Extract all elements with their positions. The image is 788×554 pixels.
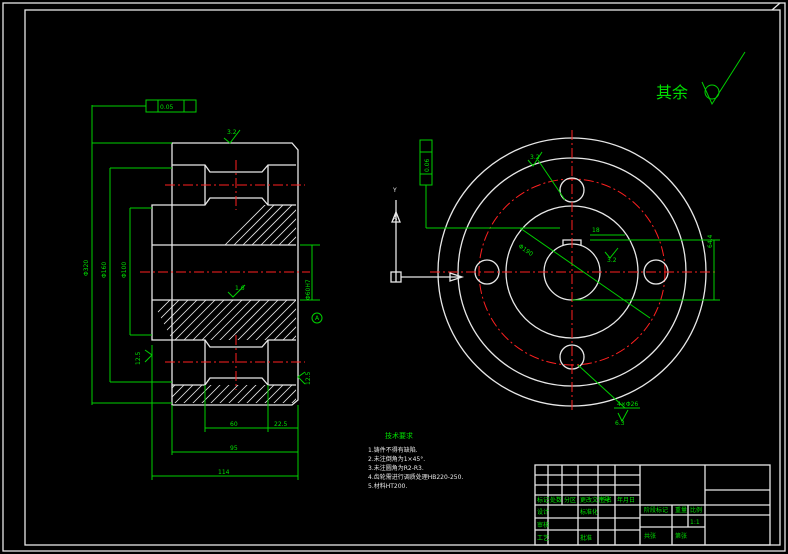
cad-drawing: Φ320 Φ160 Φ100 Φ60H7 A 0.05 60 22.5 95 1… [2,2,786,552]
hatch-line [152,143,296,403]
tb-cell-12: 重量 [675,506,687,514]
tech-title: 技术要求 [385,431,413,440]
rough-left-value: 12.5 [135,351,142,365]
hatch-line [348,140,618,410]
roughness-note-symbol [701,51,746,106]
corner-mark [771,2,781,11]
tb-cell-7: 标准化 [580,508,598,516]
roughness-note-circle [704,84,720,100]
hatch-line [203,143,296,403]
hatch-line [366,140,636,410]
front-view: Φ190 4×Φ26 6.3 18 3.2 64.4 3.2 0.06 [419,130,720,427]
hatch-line [152,143,296,403]
tb-cell-16: 1:1 [690,519,700,526]
tb-cell-1: 处数 [550,496,562,504]
hatch-line [230,143,296,403]
dim-key-depth: 64.4 [707,234,714,248]
rough-right-symbol [297,371,306,385]
dim-phi-outer: Φ320 [83,260,90,276]
roughness-note-text: 其余 [656,83,688,102]
tb-cell-4: 签名 [600,496,612,504]
title-block: 标记 处数 分区 更改文件号 签名 年月日 设计 标准化 审核 工艺 批准 阶段… [534,464,771,546]
dim-phi-mid: Φ160 [101,262,108,278]
dim-22: 22.5 [274,421,288,428]
tb-cell-2: 分区 [564,496,576,504]
tech-line-1: 1.铸件不得有缺陷. [368,446,418,454]
hatch-line [330,140,600,410]
tb-cell-9: 工艺 [537,534,549,542]
dim-bore: Φ60H7 [305,279,312,300]
rough-top-value: 3.2 [227,129,237,136]
dim-114: 114 [218,469,230,476]
hatch-line [266,143,296,403]
flatness-value: 0.05 [160,104,174,111]
rough-hole-value: 6.3 [615,420,625,427]
tb-cell-10: 批准 [580,534,592,542]
tech-requirements: 技术要求 1.铸件不得有缺陷. 2.未注倒角为1×45°. 3.未注圆角为R2-… [368,431,463,490]
tech-line-3: 3.未注圆角为R2-R3. [368,464,424,472]
tech-line-2: 2.未注倒角为1×45°. [368,455,425,463]
tech-line-5: 5.材料HT200. [368,482,407,490]
hatch-line [239,143,296,403]
arrow-y-label: Y [392,187,397,194]
hatch-line [212,143,296,403]
gear-body-outline [171,142,299,406]
tech-line-4: 4.齿轮需进行调质处理HB220-250. [368,473,463,481]
rough-hole2-leader [537,159,566,201]
cad-drawing-canvas: Φ320 Φ160 Φ100 Φ60H7 A 0.05 60 22.5 95 1… [0,0,788,554]
dim-keyway: 18 [592,227,600,234]
tb-cell-8: 审核 [537,521,549,529]
rough-key-value: 3.2 [607,257,617,264]
tb-cell-14: 共张 [644,532,656,540]
hatch-line [152,143,296,403]
hatch-line [384,140,654,410]
datum-label: A [315,315,320,322]
tb-cell-6: 设计 [537,508,549,516]
dim-phi-hub: Φ100 [121,262,128,278]
dim-60: 60 [230,421,238,428]
section-view: Φ320 Φ160 Φ100 Φ60H7 A 0.05 60 22.5 95 1… [83,99,663,480]
hatch-line [393,140,663,410]
roughness-note: 其余 [656,51,746,106]
tb-cell-13: 比例 [690,506,702,514]
hatch-line [375,140,645,410]
dim-95: 95 [230,445,238,452]
tb-cell-0: 标记 [537,496,549,504]
hatch-line [152,143,296,403]
tb-cell-11: 阶段标记 [644,506,668,514]
hatch-line [248,143,296,403]
hatch-line [152,143,296,403]
hatch-line [152,143,296,403]
hatch-line [312,140,582,410]
hatch-line [293,143,296,403]
hatch-line [185,143,296,403]
tb-cell-5: 年月日 [617,496,635,504]
hatch-line [221,143,296,403]
tb-cell-15: 第张 [675,532,687,540]
hatch-line [158,143,296,403]
dim-pcd: Φ190 [517,243,534,258]
hatch-line [167,143,296,403]
dim-holes: 4×Φ26 [617,401,638,408]
hatch-line [152,143,296,403]
rough-right-value: 12.5 [305,371,312,385]
rough-left-symbol [144,349,153,363]
perp-value: 0.06 [424,158,431,172]
